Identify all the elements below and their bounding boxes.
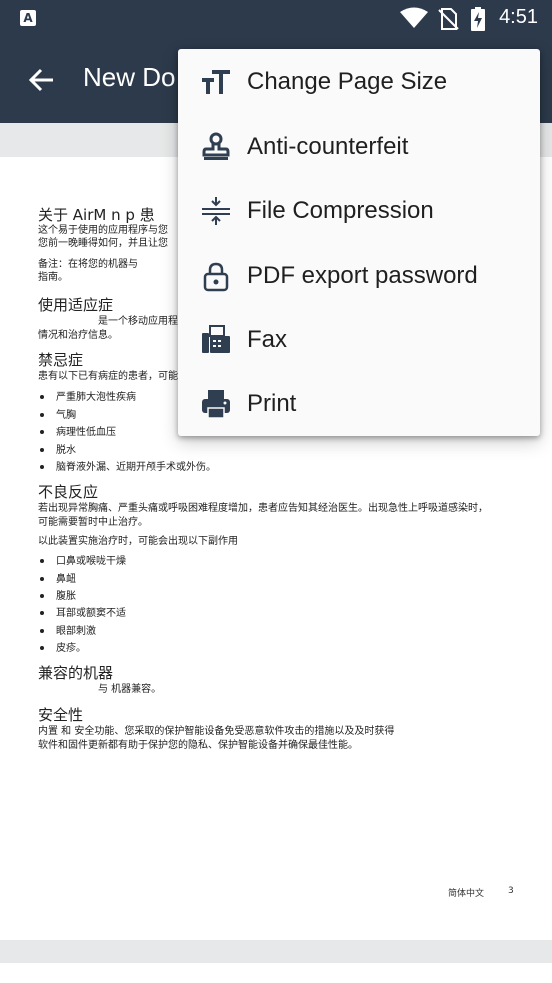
footer-page-number: 3: [508, 886, 514, 896]
security-text-1: 内置 和 安全功能、您采取的保护智能设备免受恶意软件攻击的措施以及及时获得: [38, 726, 395, 737]
next-page[interactable]: [0, 963, 552, 983]
heading-compatible-machines: 兼容的机器: [38, 664, 114, 682]
document-title: New Do: [83, 62, 176, 92]
menu-item-label: Change Page Size: [247, 68, 448, 95]
list-item: 严重肺大泡性疾病: [38, 388, 136, 403]
overflow-menu: Change Page Size Anti-counterfeit File C…: [178, 49, 540, 436]
menu-item-change-page-size[interactable]: Change Page Size: [178, 50, 540, 114]
heading-about: 关于 AirM n p 患: [38, 206, 155, 224]
list-item: 耳部或额窦不适: [38, 604, 126, 619]
menu-item-label: Anti-counterfeit: [247, 133, 409, 160]
clock: 4:51: [499, 6, 538, 28]
menu-item-label: Print: [247, 390, 297, 417]
list-item: 气胸: [38, 406, 76, 421]
stamp-icon: [202, 132, 230, 160]
menu-item-pdf-export-password[interactable]: PDF export password: [178, 244, 540, 308]
list-item: 眼部刺激: [38, 622, 96, 637]
note-text-1: 备注：在将您的机器与: [38, 259, 138, 270]
app-notification-letter: A: [23, 11, 33, 25]
adverse-intro: 以此装置实施治疗时，可能会出现以下副作用: [38, 536, 238, 547]
app-notification-icon: A: [20, 10, 36, 26]
contraindications-intro: 患有以下已有病症的患者，可能: [38, 371, 178, 382]
battery-charging-icon: [471, 7, 485, 31]
text-size-icon: [202, 70, 230, 94]
list-item: 口鼻或喉咙干燥: [38, 552, 126, 567]
heading-security: 安全性: [38, 706, 84, 724]
page-separator-bottom: [0, 940, 552, 963]
indications-text-1: 是一个移动应用程: [98, 316, 178, 327]
menu-item-label: Fax: [247, 326, 288, 353]
menu-item-label: File Compression: [247, 197, 434, 224]
about-text-2: 您前一晚睡得如何，并且让您: [38, 238, 168, 249]
list-item: 脑脊液外漏、近期开颅手术或外伤。: [38, 458, 216, 473]
about-text-1: 这个易于使用的应用程序与您: [38, 225, 168, 236]
list-item: 病理性低血压: [38, 423, 116, 438]
heading-indications: 使用适应症: [38, 296, 114, 314]
status-bar: A 4:51: [0, 0, 552, 37]
lock-icon: [203, 262, 229, 292]
adverse-text-2: 可能需要暂时中止治疗。: [38, 517, 148, 528]
fax-icon: [202, 325, 230, 353]
list-item: 皮疹。: [38, 639, 86, 654]
print-icon: [202, 390, 230, 419]
list-item: 腹胀: [38, 587, 76, 602]
list-item: 鼻衄: [38, 570, 76, 585]
security-text-2: 软件和固件更新都有助于保护您的隐私、保护智能设备并确保最佳性能。: [38, 740, 358, 751]
compress-icon: [202, 197, 230, 225]
menu-item-label: PDF export password: [247, 262, 478, 289]
adverse-text-1: 若出现异常胸痛、严重头痛或呼吸困难程度增加，患者应告知其经治医生。出现急性上呼吸…: [38, 503, 488, 514]
arrow-back-icon[interactable]: [26, 65, 56, 95]
menu-item-anti-counterfeit[interactable]: Anti-counterfeit: [178, 115, 540, 179]
indications-text-2: 情况和治疗信息。: [38, 330, 118, 341]
heading-adverse-reactions: 不良反应: [38, 483, 99, 501]
note-text-2: 指南。: [38, 272, 68, 283]
compatible-text: 与 机器兼容。: [98, 684, 162, 695]
no-sim-icon: [438, 8, 459, 30]
list-item: 脱水: [38, 441, 76, 456]
wifi-icon: [400, 7, 428, 28]
heading-contraindications: 禁忌症: [38, 351, 84, 369]
menu-item-fax[interactable]: Fax: [178, 308, 540, 372]
footer-language: 简体中文: [448, 889, 485, 899]
menu-item-print[interactable]: Print: [178, 372, 540, 436]
menu-item-file-compression[interactable]: File Compression: [178, 179, 540, 243]
